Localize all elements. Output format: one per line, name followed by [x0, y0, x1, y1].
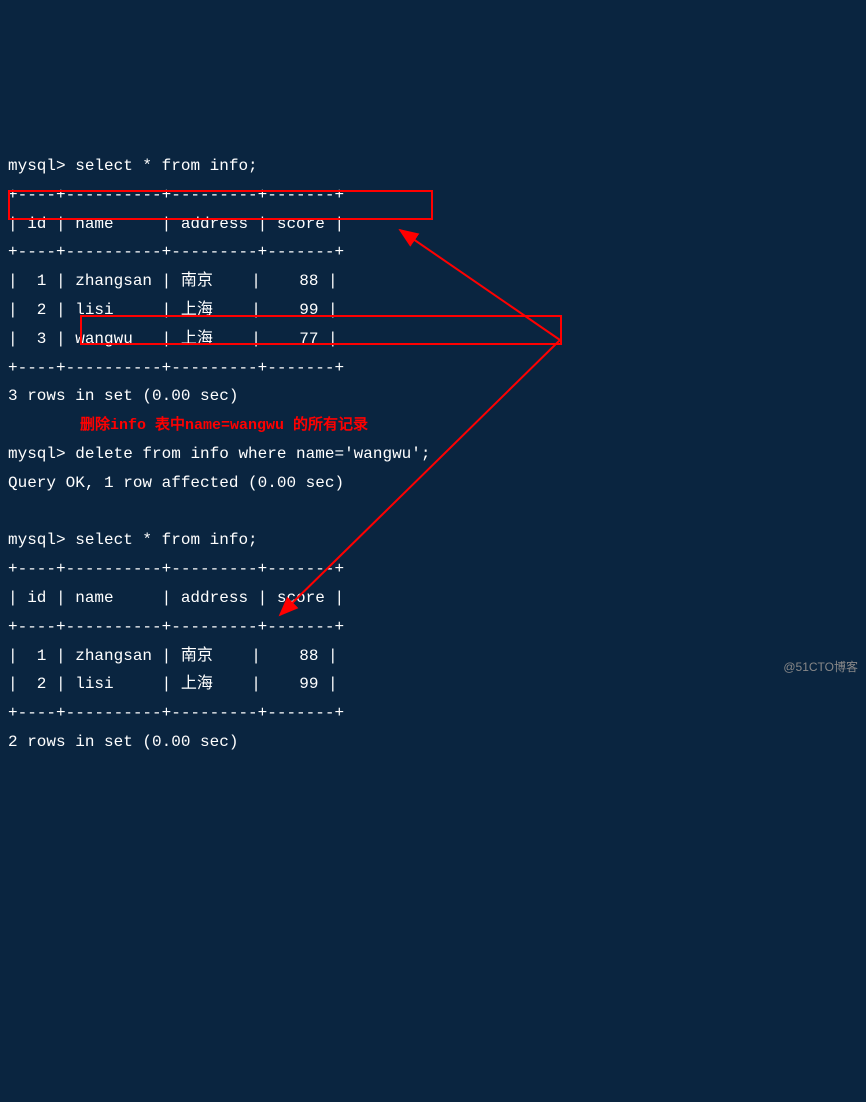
- annotation-text: 删除info 表中name=wangwu 的所有记录: [8, 417, 368, 434]
- delete-result: Query OK, 1 row affected (0.00 sec): [8, 474, 344, 492]
- table-row: | 3 | wangwu | 上海 | 77 |: [8, 330, 338, 348]
- sql-select-query-2: select * from info;: [75, 531, 257, 549]
- table-header: | id | name | address | score |: [8, 589, 344, 607]
- table-separator: +----+----------+---------+-------+: [8, 560, 344, 578]
- watermark-text: @51CTO博客: [783, 657, 858, 679]
- sql-delete-query: delete from info where name='wangwu';: [75, 445, 430, 463]
- mysql-prompt: mysql>: [8, 157, 75, 175]
- table-row: | 2 | lisi | 上海 | 99 |: [8, 675, 338, 693]
- query-summary: 2 rows in set (0.00 sec): [8, 733, 238, 751]
- query-summary: 3 rows in set (0.00 sec): [8, 387, 238, 405]
- table-separator: +----+----------+---------+-------+: [8, 243, 344, 261]
- terminal-output: mysql> select * from info; +----+-------…: [8, 123, 858, 757]
- mysql-prompt: mysql>: [8, 531, 75, 549]
- mysql-prompt: mysql>: [8, 445, 75, 463]
- table-separator: +----+----------+---------+-------+: [8, 186, 344, 204]
- table-separator: +----+----------+---------+-------+: [8, 359, 344, 377]
- table-separator: +----+----------+---------+-------+: [8, 618, 344, 636]
- table-header: | id | name | address | score |: [8, 215, 344, 233]
- table-separator: +----+----------+---------+-------+: [8, 704, 344, 722]
- sql-select-query-1: select * from info;: [75, 157, 257, 175]
- table-row: | 1 | zhangsan | 南京 | 88 |: [8, 272, 338, 290]
- table-row: | 2 | lisi | 上海 | 99 |: [8, 301, 338, 319]
- table-row: | 1 | zhangsan | 南京 | 88 |: [8, 647, 338, 665]
